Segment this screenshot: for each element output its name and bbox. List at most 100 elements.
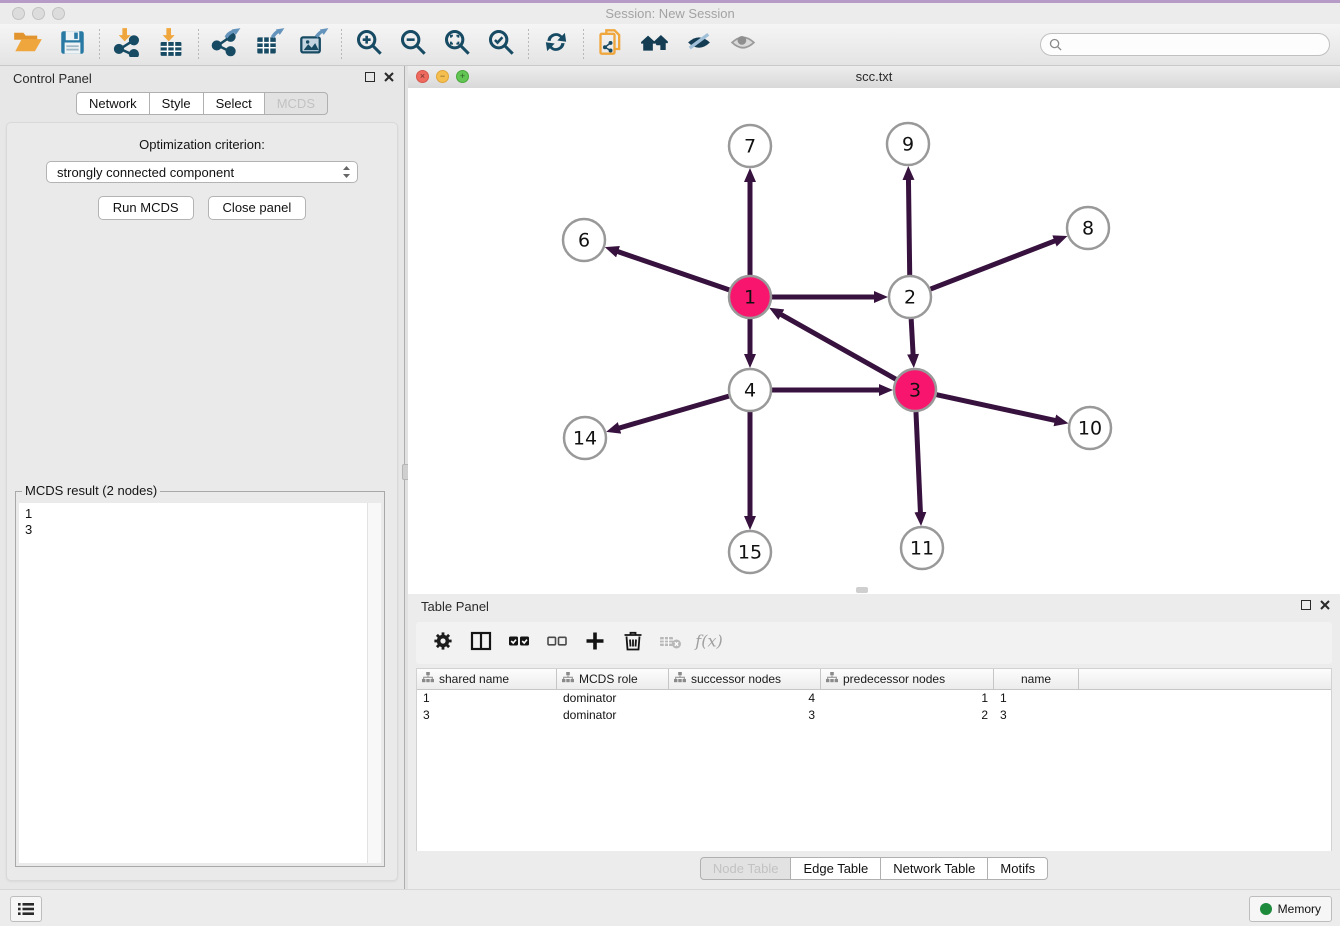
hide-selected-button[interactable]: [679, 26, 719, 64]
tab-network-table[interactable]: Network Table: [880, 857, 988, 880]
home-layout-button[interactable]: [635, 26, 675, 64]
show-all-button[interactable]: [723, 26, 763, 64]
criterion-select[interactable]: strongly connected component: [46, 161, 358, 183]
zoom-selected-button[interactable]: [481, 26, 521, 64]
status-bar: Memory: [0, 889, 1340, 926]
table-cell[interactable]: 1: [821, 690, 994, 707]
copy-network-button[interactable]: [591, 26, 631, 64]
node-2[interactable]: 2: [889, 276, 931, 318]
export-image-button[interactable]: [294, 26, 334, 64]
table-cell[interactable]: 2: [821, 707, 994, 724]
close-network-button[interactable]: ×: [416, 70, 429, 83]
tab-style[interactable]: Style: [149, 92, 204, 115]
node-15[interactable]: 15: [729, 531, 771, 573]
import-table-button[interactable]: [151, 26, 191, 64]
zoom-fit-button[interactable]: [437, 26, 477, 64]
columns-button[interactable]: [462, 624, 500, 662]
zoom-out-button[interactable]: [393, 26, 433, 64]
network-graph[interactable]: 7 9 6 8 1 2 4 3 14 10 15 11: [408, 88, 1340, 594]
node-11[interactable]: 11: [901, 527, 943, 569]
node-3[interactable]: 3: [894, 369, 936, 411]
column-header-shared-name[interactable]: shared name: [417, 669, 557, 689]
select-all-button[interactable]: [500, 624, 538, 662]
table-cell[interactable]: 3: [994, 707, 1079, 724]
export-table-button[interactable]: [250, 26, 290, 64]
tab-motifs[interactable]: Motifs: [987, 857, 1048, 880]
node-10[interactable]: 10: [1069, 407, 1111, 449]
table-cell[interactable]: 3: [417, 707, 557, 724]
import-network-icon: [112, 27, 142, 62]
node-6[interactable]: 6: [563, 219, 605, 261]
tab-edge-table[interactable]: Edge Table: [790, 857, 881, 880]
result-scrollbar[interactable]: [367, 503, 381, 863]
refresh-layout-button[interactable]: [536, 26, 576, 64]
table-cell[interactable]: 3: [669, 707, 821, 724]
close-panel-icon[interactable]: [384, 72, 394, 82]
edge-1-6[interactable]: [616, 251, 729, 290]
run-mcds-button[interactable]: Run MCDS: [98, 196, 194, 220]
node-8[interactable]: 8: [1067, 207, 1109, 249]
node-4[interactable]: 4: [729, 369, 771, 411]
minimize-window-button[interactable]: [32, 7, 45, 20]
edge-3-11[interactable]: [916, 412, 921, 514]
export-table-icon: [255, 27, 285, 62]
column-header-mcds-role[interactable]: MCDS role: [557, 669, 669, 689]
export-network-button[interactable]: [206, 26, 246, 64]
table-row[interactable]: 1dominator411: [417, 690, 1331, 707]
window-controls: [12, 7, 65, 20]
minimize-network-button[interactable]: −: [436, 70, 449, 83]
column-header-name[interactable]: name: [994, 669, 1079, 689]
float-panel-icon[interactable]: [365, 72, 375, 82]
edge-4-14[interactable]: [618, 396, 729, 428]
edge-2-9[interactable]: [908, 178, 909, 275]
table-cell[interactable]: dominator: [557, 690, 669, 707]
edge-3-1[interactable]: [780, 314, 896, 380]
zoom-window-button[interactable]: [52, 7, 65, 20]
add-button[interactable]: [576, 624, 614, 662]
horizontal-splitter-grip[interactable]: [856, 587, 868, 593]
close-window-button[interactable]: [12, 7, 25, 20]
column-header-successor-nodes[interactable]: successor nodes: [669, 669, 821, 689]
open-session-button[interactable]: [8, 26, 48, 64]
table-cell[interactable]: 1: [417, 690, 557, 707]
memory-button[interactable]: Memory: [1249, 896, 1332, 922]
table-cell[interactable]: 4: [669, 690, 821, 707]
tab-node-table[interactable]: Node Table: [700, 857, 792, 880]
import-network-button[interactable]: [107, 26, 147, 64]
node-table[interactable]: shared nameMCDS role successor nodes prede…: [416, 668, 1332, 851]
network-window-titlebar[interactable]: × − + scc.txt: [408, 66, 1340, 89]
result-line: 1: [25, 506, 381, 522]
float-table-panel-icon[interactable]: [1301, 600, 1311, 610]
edge-2-3[interactable]: [911, 319, 913, 356]
column-label: successor nodes: [691, 672, 781, 686]
deselect-all-button[interactable]: [538, 624, 576, 662]
node-14[interactable]: 14: [564, 417, 606, 459]
table-row[interactable]: 3dominator323: [417, 707, 1331, 724]
deselect-all-icon: [545, 629, 569, 658]
search-input[interactable]: [1067, 35, 1321, 55]
node-7[interactable]: 7: [729, 125, 771, 167]
close-table-panel-icon[interactable]: [1320, 600, 1330, 610]
edge-3-10[interactable]: [936, 395, 1056, 421]
delete-button[interactable]: [614, 624, 652, 662]
table-cell[interactable]: 1: [994, 690, 1079, 707]
network-canvas[interactable]: 7 9 6 8 1 2 4 3 14 10 15 11: [408, 88, 1340, 594]
control-panel: Control Panel NetworkStyleSelectMCDS Opt…: [0, 66, 404, 890]
tab-mcds[interactable]: MCDS: [264, 92, 328, 115]
table-cell[interactable]: dominator: [557, 707, 669, 724]
session-list-button[interactable]: [10, 896, 42, 922]
table-panel: Table Panel f(x) shared nameMCDS rolesuc…: [408, 594, 1340, 890]
maximize-network-button[interactable]: +: [456, 70, 469, 83]
edge-2-8[interactable]: [931, 240, 1057, 289]
search-field[interactable]: [1040, 33, 1330, 56]
tab-network[interactable]: Network: [76, 92, 150, 115]
node-9[interactable]: 9: [887, 123, 929, 165]
tab-select[interactable]: Select: [203, 92, 265, 115]
zoom-in-button[interactable]: [349, 26, 389, 64]
close-panel-button[interactable]: Close panel: [208, 196, 307, 220]
node-1[interactable]: 1: [729, 276, 771, 318]
gear-button[interactable]: [424, 624, 462, 662]
column-header-predecessor-nodes[interactable]: predecessor nodes: [821, 669, 994, 689]
save-session-button[interactable]: [52, 26, 92, 64]
mcds-result-box[interactable]: 13: [19, 503, 381, 863]
